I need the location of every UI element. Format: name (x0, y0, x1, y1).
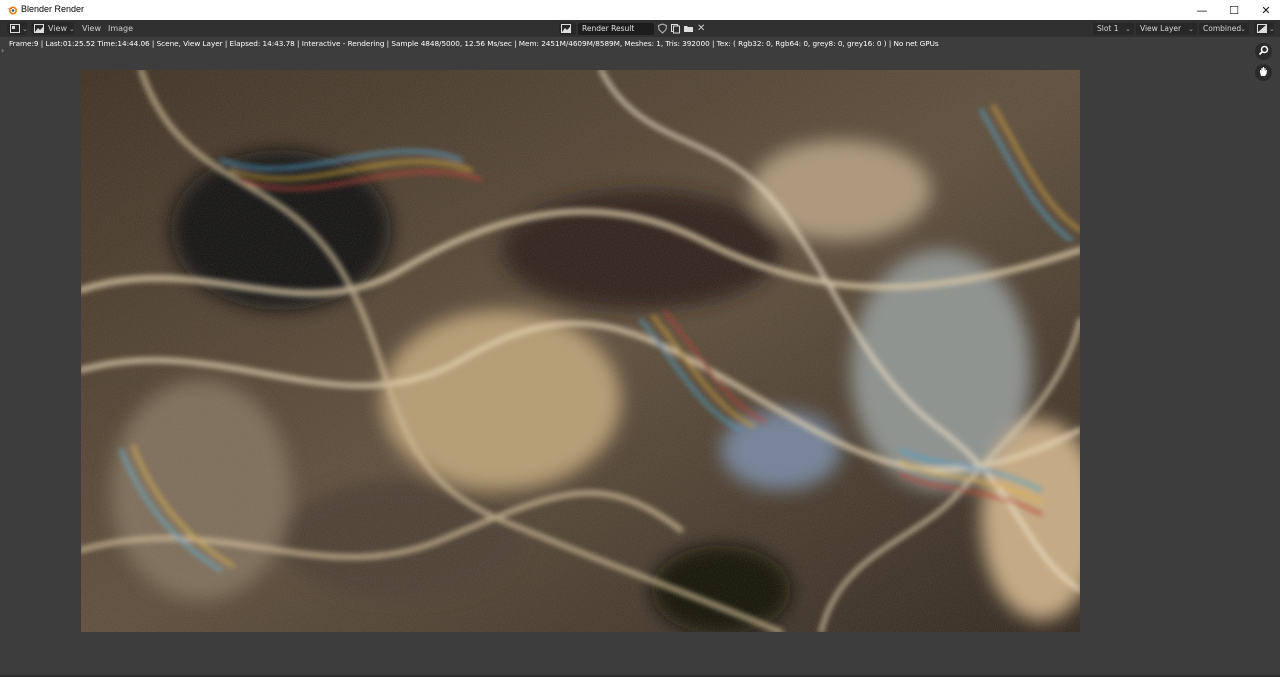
chevron-down-icon: ⌄ (1188, 25, 1194, 33)
menu-view[interactable]: View (82, 24, 101, 33)
maximize-icon: ☐ (1229, 3, 1239, 17)
blender-logo-icon (6, 4, 18, 16)
view-mode-dropdown[interactable]: View ⌄ (31, 22, 75, 35)
window-titlebar: Blender Render — ☐ ✕ (0, 0, 1280, 21)
display-channels-icon (1257, 24, 1267, 33)
chevron-down-icon: ⌄ (1125, 25, 1131, 33)
zoom-button[interactable] (1255, 43, 1272, 60)
close-window-button[interactable]: ✕ (1250, 0, 1280, 20)
render-result-image (81, 70, 1080, 632)
chevron-down-icon: ⌄ (22, 24, 28, 33)
minimize-icon: — (1196, 3, 1208, 17)
new-image-icon[interactable] (670, 23, 681, 34)
view-layer-label: View Layer (1140, 24, 1182, 33)
pan-button[interactable] (1255, 64, 1272, 81)
unlink-image-icon[interactable]: ✕ (697, 23, 708, 34)
maximize-button[interactable]: ☐ (1218, 0, 1250, 20)
view-image-icon (34, 24, 44, 33)
browse-image-button[interactable] (559, 22, 576, 35)
hand-icon (1258, 66, 1269, 79)
image-editor-header: ⌄ View ⌄ View Image Render Result ✕ Slot… (0, 20, 1280, 37)
open-folder-icon[interactable] (683, 23, 694, 34)
render-pass-label: Combined (1203, 24, 1242, 33)
render-result-canvas[interactable] (81, 70, 1080, 632)
slot-dropdown[interactable]: Slot 1 ⌄ (1093, 23, 1134, 35)
image-name-field[interactable]: Render Result (578, 23, 654, 35)
chevron-down-icon: ⌄ (1240, 25, 1246, 33)
slot-label: Slot 1 (1097, 24, 1119, 33)
zoom-magnifier-icon (1258, 45, 1269, 58)
render-stats-text: Frame:9 | Last:01:25.52 Time:14:44.06 | … (9, 39, 939, 48)
menu-image[interactable]: Image (108, 24, 133, 33)
close-icon: ✕ (1261, 3, 1271, 17)
image-editor-icon (10, 24, 20, 33)
chevron-down-icon: ⌄ (68, 24, 75, 33)
fake-user-shield-icon[interactable] (657, 23, 668, 34)
render-pass-dropdown[interactable]: Combined ⌄ (1199, 23, 1249, 35)
chevron-down-icon: ⌄ (1269, 24, 1275, 33)
toolbar-toggle-icon[interactable]: › (1, 46, 4, 55)
view-layer-dropdown[interactable]: View Layer ⌄ (1136, 23, 1197, 35)
display-channels-button[interactable]: ⌄ (1254, 22, 1275, 35)
view-mode-label: View (48, 24, 67, 33)
image-browse-icon (561, 24, 571, 33)
minimize-button[interactable]: — (1186, 0, 1218, 20)
window-title: Blender Render (21, 4, 85, 14)
editor-type-button[interactable]: ⌄ (7, 22, 28, 35)
